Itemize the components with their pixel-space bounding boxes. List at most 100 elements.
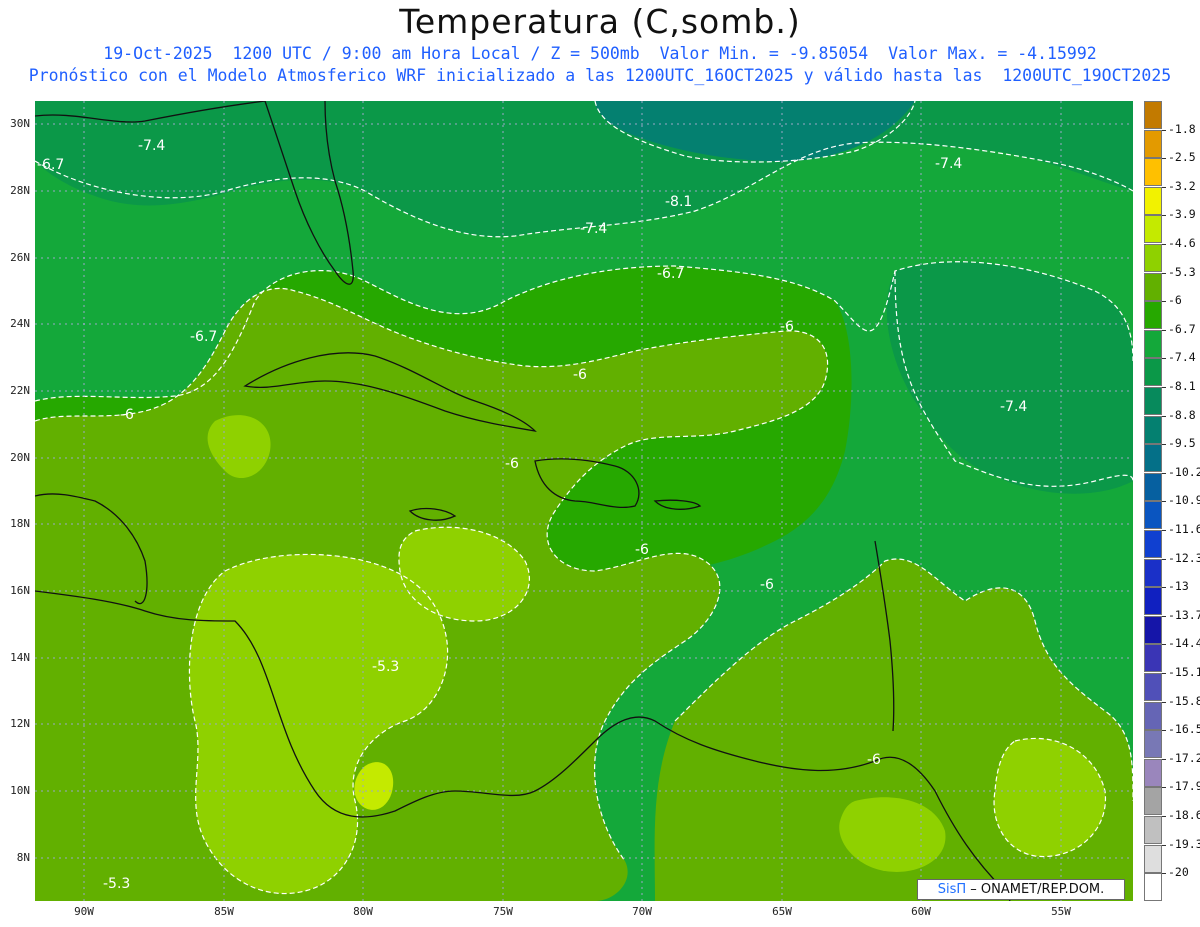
lon-label: 80W xyxy=(353,905,373,918)
colorbar-label: -15.1 xyxy=(1168,665,1200,679)
colorbar-label: -18.6 xyxy=(1168,808,1200,822)
colorbar-tick xyxy=(1162,272,1166,274)
colorbar-tick xyxy=(1162,758,1166,760)
map-canvas: -6.7 -7.4 -8.1 -7.4 -6.7 -7.4 -6 -6.7 -6… xyxy=(35,101,1133,901)
colorbar-label: -10.2 xyxy=(1168,464,1200,479)
lat-label: 20N xyxy=(10,451,30,464)
contour-label: -7.4 xyxy=(1000,399,1027,415)
colorbar-tick xyxy=(1162,673,1166,674)
colorbar-label: -8.1 xyxy=(1168,379,1196,393)
colorbar-label: -6 xyxy=(1168,293,1182,308)
contour-label: -6 xyxy=(120,407,134,423)
lat-label: 28N xyxy=(10,184,30,197)
lon-label: 55W xyxy=(1051,905,1071,918)
colorbar-label: -2.5 xyxy=(1168,150,1196,165)
lat-label: 10N xyxy=(10,784,30,797)
contour-label: -6 xyxy=(505,456,519,472)
lon-label: 65W xyxy=(772,905,792,918)
colorbar-label: -11.6 xyxy=(1168,522,1200,536)
colorbar-swatch xyxy=(1144,787,1162,816)
colorbar-label: -7.4 xyxy=(1168,350,1196,365)
colorbar-tick xyxy=(1162,501,1166,503)
colorbar-tick xyxy=(1162,873,1166,875)
colorbar-tick xyxy=(1162,158,1166,160)
contour-label: -6 xyxy=(867,752,881,768)
colorbar-swatch xyxy=(1144,587,1162,616)
colorbar-swatch xyxy=(1144,415,1162,444)
colorbar-label: -3.9 xyxy=(1168,207,1196,222)
contour-label: -5.3 xyxy=(372,659,399,675)
colorbar-tick xyxy=(1162,644,1166,646)
contour-label: -7.4 xyxy=(138,138,165,154)
colorbar-label: -10.9 xyxy=(1168,493,1200,508)
colorbar-label: -19.3 xyxy=(1168,836,1200,851)
contour-label: -7.4 xyxy=(580,221,607,237)
contour-label: -5.3 xyxy=(103,876,130,892)
colorbar-label: -4.6 xyxy=(1168,236,1196,250)
colorbar-label: -14.4 xyxy=(1168,636,1200,651)
colorbar-tick xyxy=(1162,415,1166,417)
lon-label: 70W xyxy=(632,905,652,918)
colorbar-label: -5.3 xyxy=(1168,264,1196,279)
lat-label: 12N xyxy=(10,717,30,730)
colorbar-label: -17.2 xyxy=(1168,750,1200,765)
lat-label: 26N xyxy=(10,251,30,264)
lat-label: 14N xyxy=(10,651,30,664)
contour-label: -6.7 xyxy=(190,329,217,345)
colorbar-label: -16.5 xyxy=(1168,722,1200,737)
colorbar-swatch xyxy=(1144,215,1162,244)
lat-label: 30N xyxy=(10,117,30,130)
colorbar-swatch xyxy=(1144,387,1162,415)
lon-label: 75W xyxy=(493,905,513,918)
colorbar-tick xyxy=(1162,215,1166,217)
colorbar-tick xyxy=(1162,730,1166,732)
colorbar-swatch xyxy=(1144,844,1162,873)
colorbar-swatch xyxy=(1144,101,1162,129)
subtitle-model-line: Pronóstico con el Modelo Atmosferico WRF… xyxy=(28,66,1172,85)
colorbar-swatch xyxy=(1144,558,1162,587)
colorbar-tick xyxy=(1162,358,1166,360)
contour-label: -6.7 xyxy=(37,157,64,173)
brand-prefix: SisΠ xyxy=(937,882,967,897)
colorbar-label: -15.8 xyxy=(1168,693,1200,708)
colorbar-label: -3.2 xyxy=(1168,178,1196,193)
lat-label: 16N xyxy=(10,584,30,597)
colorbar-label: -6.7 xyxy=(1168,321,1196,336)
colorbar-swatch xyxy=(1144,272,1162,301)
contour-label: -6 xyxy=(635,542,649,558)
colorbar-label: -17.9 xyxy=(1168,779,1200,794)
colorbar-swatch xyxy=(1144,501,1162,530)
contour-label: -6 xyxy=(573,367,587,383)
colorbar-swatch xyxy=(1144,730,1162,759)
contour-label: -6.7 xyxy=(657,266,684,282)
contour-label: -7.4 xyxy=(935,156,962,172)
colorbar-label: -13.7 xyxy=(1168,607,1200,622)
colorbar-tick xyxy=(1162,701,1166,703)
colorbar-swatch xyxy=(1144,444,1162,473)
colorbar-label: -1.8 xyxy=(1168,121,1196,136)
colorbar-tick xyxy=(1162,558,1166,560)
lat-label: 18N xyxy=(10,517,30,530)
colorbar-swatch xyxy=(1144,816,1162,844)
colorbar-tick xyxy=(1162,844,1166,846)
colorbar-swatch xyxy=(1144,758,1162,787)
lat-label: 24N xyxy=(10,317,30,330)
lon-label: 60W xyxy=(911,905,931,918)
colorbar-tick xyxy=(1162,615,1166,617)
lat-label: 8N xyxy=(16,851,30,864)
colorbar-swatch xyxy=(1144,186,1162,215)
chart-title: Temperatura (C,somb.) xyxy=(399,2,801,41)
temperature-map: -6.7 -7.4 -8.1 -7.4 -6.7 -7.4 -6 -6.7 -6… xyxy=(35,101,1133,901)
colorbar-tick xyxy=(1162,301,1166,303)
lon-label: 85W xyxy=(214,905,234,918)
colorbar-tick xyxy=(1162,329,1166,331)
colorbar-swatch xyxy=(1144,329,1162,358)
colorbar-tick xyxy=(1162,244,1166,245)
colorbar-tick xyxy=(1162,816,1166,817)
colorbar-tick xyxy=(1162,530,1166,531)
colorbar-label: -8.8 xyxy=(1168,407,1196,422)
colorbar-label: -12.3 xyxy=(1168,550,1200,565)
brand-box: SisΠ – ONAMET/REP.DOM. xyxy=(917,879,1125,900)
colorbar-tick xyxy=(1162,472,1166,474)
subtitle-date-line: 19-Oct-2025 1200 UTC / 9:00 am Hora Loca… xyxy=(103,44,1097,63)
